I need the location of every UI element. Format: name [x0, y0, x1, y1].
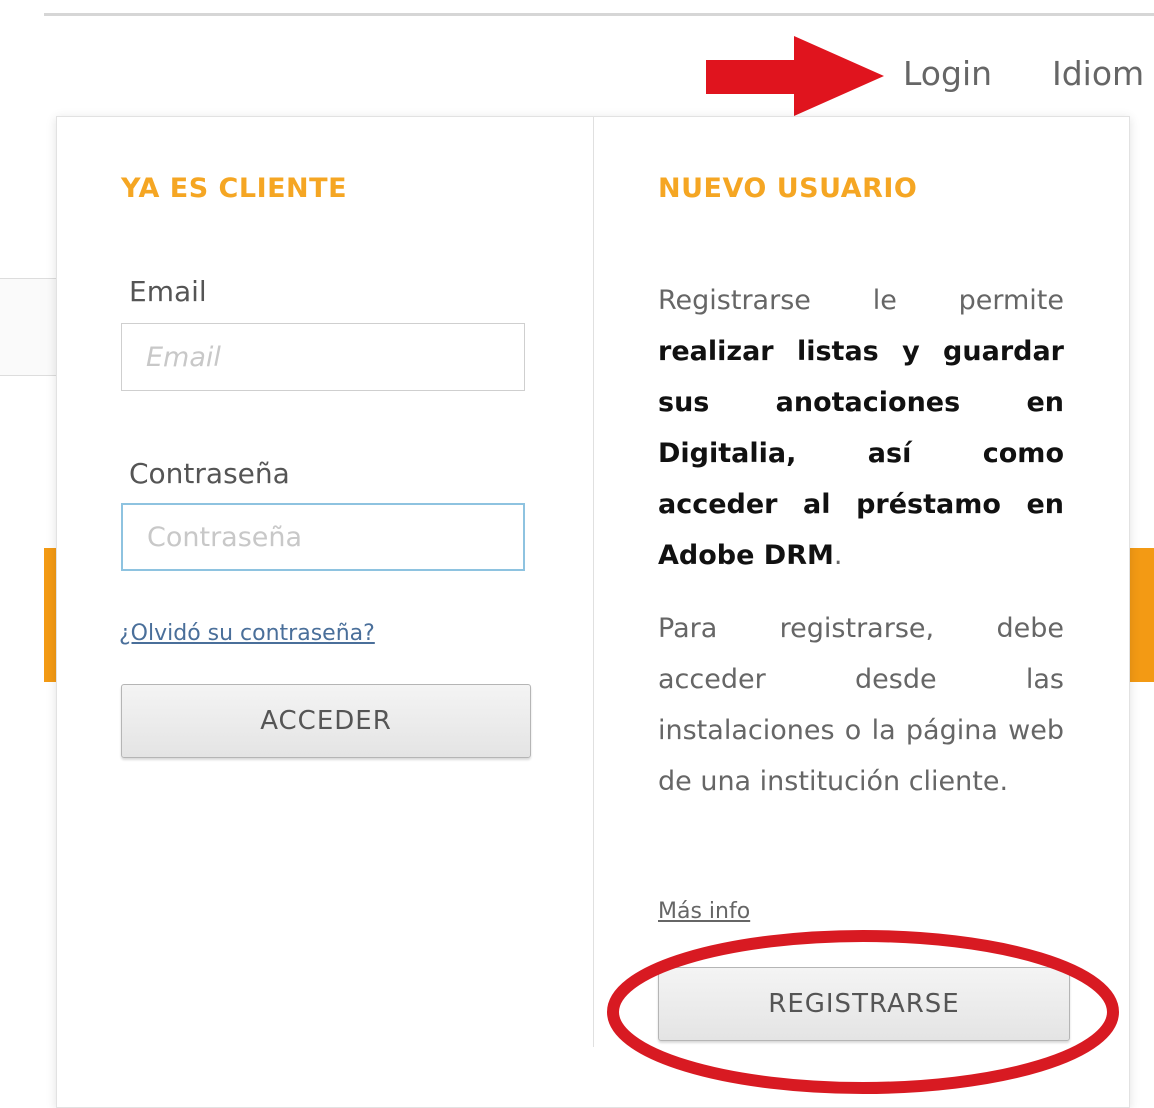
register-instructions: Para registrarse, debe acceder desde las…	[658, 613, 1064, 797]
new-user-title: NUEVO USUARIO	[658, 173, 918, 204]
register-description-prefix: Registrarse le permite	[658, 285, 1064, 316]
page-header-divider	[44, 13, 1154, 16]
nav-language-link[interactable]: Idiom	[1052, 52, 1144, 96]
register-description-bold: realizar listas y guardar sus anotacione…	[658, 336, 1064, 571]
forgot-password-link[interactable]: ¿Olvidó su contraseña?	[119, 621, 375, 646]
register-description: Registrarse le permite realizar listas y…	[658, 275, 1064, 581]
background-banner-right	[1128, 548, 1154, 682]
register-description-suffix: .	[833, 540, 843, 571]
highlight-circle-icon	[607, 930, 1119, 1094]
existing-client-title: YA ES CLIENTE	[121, 173, 348, 204]
more-info-link[interactable]: Más info	[658, 899, 750, 924]
email-label: Email	[129, 275, 207, 308]
login-button[interactable]: ACCEDER	[121, 684, 531, 758]
password-label: Contraseña	[129, 457, 290, 490]
arrow-annotation-icon	[706, 36, 884, 116]
panel-divider	[593, 117, 594, 1047]
password-field[interactable]	[121, 503, 525, 571]
nav-login-link[interactable]: Login	[903, 52, 992, 96]
background-search-box	[0, 278, 59, 376]
email-field[interactable]	[121, 323, 525, 391]
